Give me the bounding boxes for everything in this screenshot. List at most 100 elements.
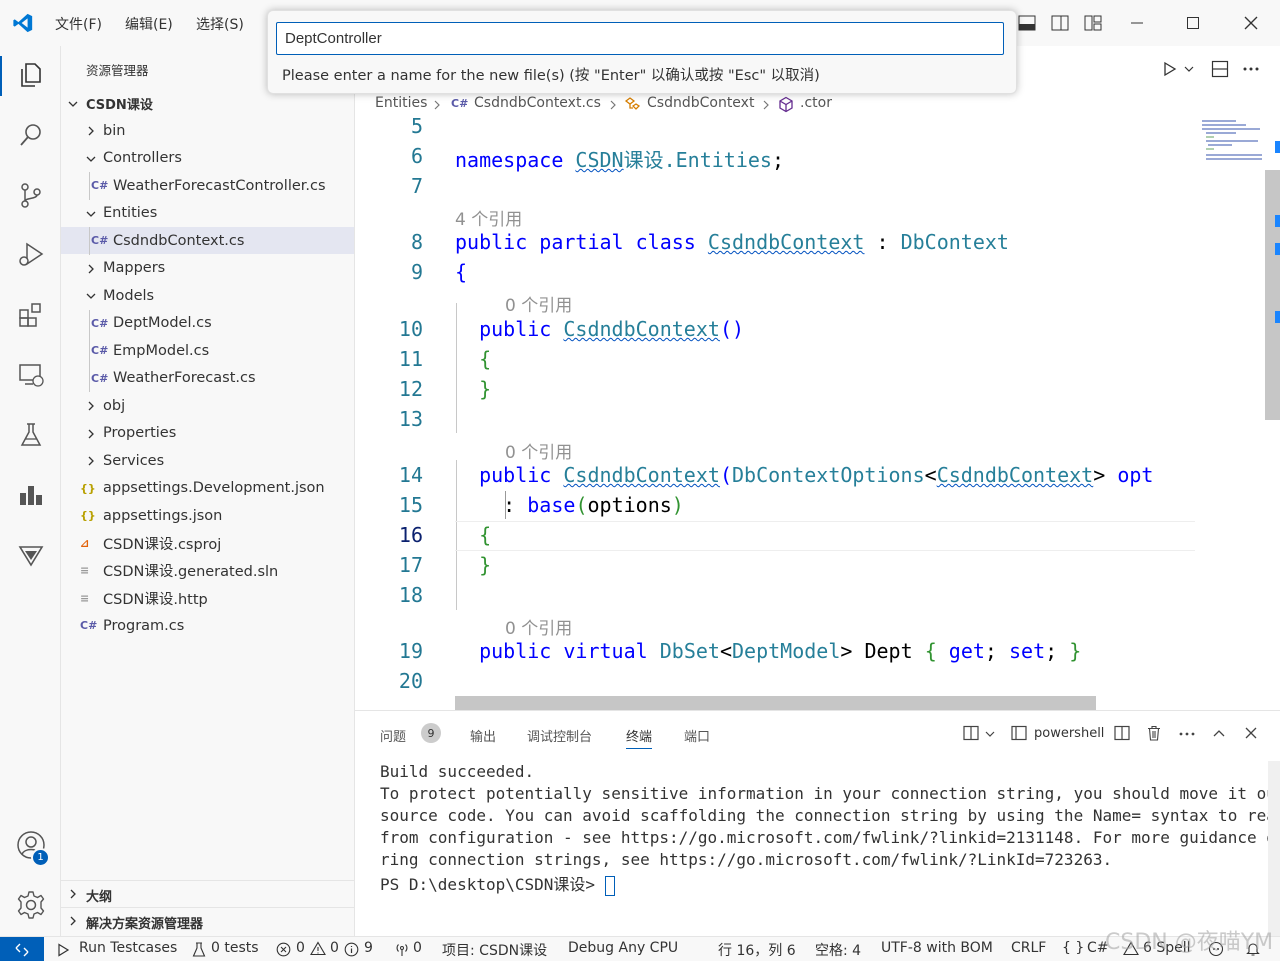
code-editor[interactable]: Entities C# CsdndbContext.cs CsdndbConte…	[355, 93, 1280, 710]
trash-icon[interactable]	[1146, 725, 1162, 741]
chevron-down-icon[interactable]	[1184, 64, 1194, 74]
code-lens-references[interactable]: 0 个引用	[505, 291, 572, 316]
close-panel-icon[interactable]	[1245, 727, 1257, 739]
tree-folder[interactable]: Entities	[61, 200, 354, 227]
chevron-down-icon[interactable]	[985, 730, 995, 738]
tests-count[interactable]: 0 tests	[211, 940, 259, 956]
code-line: 19 public virtual DbSet<DeptModel> Dept …	[398, 639, 1082, 663]
tree-file[interactable]: ⊿ CSDN课设.csproj	[61, 530, 354, 557]
tree-item-label: EmpModel.cs	[113, 342, 210, 359]
code-lens-references[interactable]: 4 个引用	[455, 205, 522, 230]
tree-folder[interactable]: Services	[61, 447, 354, 474]
horizontal-scrollbar[interactable]	[455, 696, 1096, 710]
terminal-scrollbar[interactable]	[1268, 761, 1280, 937]
toggle-secondary-sidebar-icon[interactable]	[1049, 12, 1071, 34]
json-file-icon: {}	[80, 509, 96, 522]
remote-indicator[interactable]	[0, 937, 44, 961]
tree-file[interactable]: C# Program.cs	[61, 612, 354, 639]
tree-folder[interactable]: Mappers	[61, 255, 354, 282]
maximize-icon[interactable]	[1182, 12, 1204, 34]
tree-folder[interactable]: Properties	[61, 420, 354, 447]
tree-folder[interactable]: Controllers	[61, 145, 354, 172]
run-debug-icon[interactable]	[14, 238, 48, 272]
solution-explorer-section[interactable]: 解决方案资源管理器	[61, 907, 354, 934]
breadcrumb-member[interactable]: .ctor	[800, 95, 832, 111]
more-actions-icon[interactable]	[1242, 66, 1260, 72]
tree-folder[interactable]: Models	[61, 282, 354, 309]
charts-icon[interactable]	[14, 478, 48, 512]
tab-debug-console[interactable]: 调试控制台	[527, 726, 592, 745]
tree-file[interactable]: {} appsettings.json	[61, 502, 354, 529]
encoding[interactable]: UTF-8 with BOM	[881, 940, 993, 956]
minimize-icon[interactable]	[1126, 12, 1148, 34]
tree-root[interactable]: CSDN课设	[61, 90, 354, 117]
warnings-count[interactable]: 0	[330, 940, 339, 956]
menu-select[interactable]: 选择(S)	[196, 14, 244, 34]
source-control-icon[interactable]	[14, 178, 48, 212]
tree-file[interactable]: C# DeptModel.cs	[61, 310, 354, 337]
info-icon	[344, 942, 359, 957]
breadcrumb-class[interactable]: CsdndbContext	[647, 95, 754, 111]
terminal-name[interactable]: powershell	[1034, 726, 1104, 741]
minimap[interactable]	[1200, 118, 1266, 163]
remote-explorer-icon[interactable]	[14, 358, 48, 392]
braces-icon[interactable]: { }	[1062, 940, 1084, 956]
testing-icon[interactable]	[14, 418, 48, 452]
tree-file[interactable]: ≡ CSDN课设.generated.sln	[61, 557, 354, 584]
build-configuration[interactable]: Debug Any CPU	[568, 940, 678, 956]
infos-count[interactable]: 9	[364, 940, 373, 956]
tree-item-label: DeptModel.cs	[113, 315, 212, 331]
ports-count[interactable]: 0	[413, 940, 422, 956]
customize-layout-icon[interactable]	[1082, 12, 1104, 34]
project-name[interactable]: 项目: CSDN课设	[442, 940, 547, 960]
tab-problems[interactable]: 问题	[380, 726, 406, 745]
tab-output[interactable]: 输出	[470, 726, 496, 745]
tree-folder[interactable]: bin	[61, 117, 354, 144]
tree-folder[interactable]: obj	[61, 392, 354, 419]
breadcrumb-file[interactable]: CsdndbContext.cs	[474, 95, 601, 111]
indentation[interactable]: 空格: 4	[815, 940, 861, 960]
maximize-panel-icon[interactable]	[1212, 728, 1226, 738]
code-lens-references[interactable]: 0 个引用	[505, 438, 572, 463]
run-testcases[interactable]: Run Testcases	[79, 940, 177, 956]
tree-file[interactable]: C# WeatherForecast.cs	[61, 365, 354, 392]
tree-item-label: Program.cs	[103, 617, 185, 634]
split-terminal-icon[interactable]	[1114, 725, 1130, 741]
tab-terminal[interactable]: 终端	[626, 726, 653, 749]
menu-edit[interactable]: 编辑(E)	[125, 14, 173, 34]
code-lens-references[interactable]: 0 个引用	[505, 614, 572, 639]
search-icon[interactable]	[14, 118, 48, 152]
terminal-prompt-line[interactable]: PS D:\desktop\CSDN课设>	[380, 871, 615, 896]
active-indicator	[0, 56, 2, 96]
breadcrumb-folder[interactable]: Entities	[375, 95, 427, 111]
tree-item-label: bin	[103, 122, 126, 139]
tree-file[interactable]: C# WeatherForecastController.cs	[61, 172, 354, 199]
more-actions-icon[interactable]	[1178, 731, 1196, 737]
toggle-panel-icon[interactable]	[1016, 12, 1038, 34]
menu-file[interactable]: 文件(F)	[55, 14, 102, 34]
close-icon[interactable]	[1240, 12, 1262, 34]
split-editor-icon[interactable]	[1211, 60, 1229, 78]
outline-section[interactable]: 大纲	[61, 880, 354, 907]
file-name-input[interactable]	[276, 22, 1004, 55]
chevron-right-icon	[88, 456, 94, 466]
scroll-marker	[1275, 243, 1280, 255]
terminal-prompt: PS D:\desktop\CSDN课设>	[380, 875, 605, 894]
tree-file[interactable]: C# EmpModel.cs	[61, 337, 354, 364]
tree-file[interactable]: ≡ CSDN课设.http	[61, 585, 354, 612]
new-terminal-layout-icon[interactable]	[963, 725, 979, 741]
tab-ports[interactable]: 端口	[684, 726, 710, 745]
filter-icon[interactable]	[14, 538, 48, 572]
errors-count[interactable]: 0	[296, 940, 305, 956]
line-ending[interactable]: CRLF	[1011, 940, 1046, 956]
settings-gear-icon[interactable]	[14, 888, 48, 922]
cursor-position[interactable]: 行 16，列 6	[718, 940, 796, 960]
extensions-icon[interactable]	[14, 298, 48, 332]
run-icon[interactable]	[1162, 61, 1178, 77]
tree-item-label: CsdndbContext.cs	[113, 232, 245, 249]
tree-file[interactable]: C# CsdndbContext.cs	[61, 227, 354, 254]
tree-file[interactable]: {} appsettings.Development.json	[61, 475, 354, 502]
vertical-scrollbar[interactable]	[1265, 170, 1280, 420]
explorer-icon[interactable]	[14, 58, 48, 92]
tree-item-label: CSDN课设.http	[103, 591, 208, 608]
